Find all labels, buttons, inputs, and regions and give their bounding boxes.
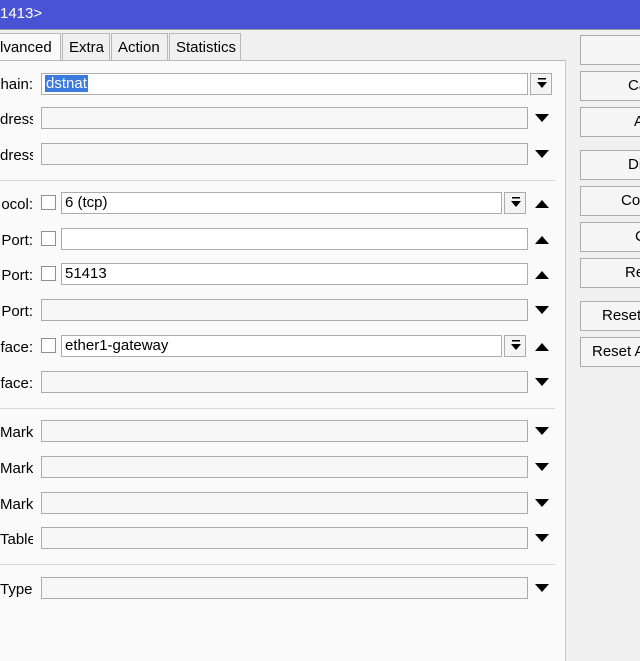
routing-mark-label: Mark:: [0, 496, 33, 513]
expand-down-icon[interactable]: [535, 114, 549, 124]
dst-port-field[interactable]: 51413: [61, 263, 528, 285]
src-port-negate-checkbox[interactable]: [41, 231, 56, 246]
expand-down-icon[interactable]: [535, 150, 549, 160]
button-label: Co: [621, 192, 640, 209]
out-interface-label: face:: [0, 375, 33, 392]
chain-dropdown-button[interactable]: [530, 73, 552, 95]
src-address-label: dress:: [0, 111, 33, 128]
chevron-down-icon: [537, 78, 547, 88]
routing-mark-field[interactable]: [41, 492, 528, 514]
disable-button[interactable]: Di: [580, 150, 640, 180]
collapse-up-icon[interactable]: [535, 271, 549, 281]
comment-button[interactable]: Co: [580, 186, 640, 216]
dst-address-field[interactable]: [41, 143, 528, 165]
chain-label: hain:: [0, 76, 33, 93]
in-interface-field[interactable]: ether1-gateway: [61, 335, 502, 357]
chevron-down-icon: [511, 340, 521, 350]
tab-label: Extra: [69, 39, 105, 56]
expand-down-icon[interactable]: [535, 499, 549, 509]
in-interface-label: face:: [0, 339, 33, 356]
expand-down-icon[interactable]: [535, 378, 549, 388]
apply-button[interactable]: A: [580, 107, 640, 137]
any-port-label: Port:: [1, 303, 33, 320]
cancel-button[interactable]: Ca: [580, 71, 640, 101]
tab-label: lvanced: [0, 39, 52, 56]
packet-mark-label: Mark:: [0, 424, 33, 441]
expand-down-icon[interactable]: [535, 463, 549, 473]
dst-port-label: Port:: [1, 267, 33, 284]
copy-button[interactable]: C: [580, 222, 640, 252]
button-label: Ca: [628, 77, 640, 94]
dst-port-value: 51413: [65, 265, 107, 282]
chain-value: dstnat: [45, 75, 88, 92]
section-divider: [0, 180, 555, 181]
divider: [0, 29, 640, 30]
expand-down-icon[interactable]: [535, 584, 549, 594]
protocol-value: 6 (tcp): [65, 194, 108, 211]
connection-type-label: Type:: [0, 581, 33, 598]
protocol-field[interactable]: 6 (tcp): [61, 192, 502, 214]
protocol-dropdown-button[interactable]: [504, 192, 526, 214]
reset-all-counters-button[interactable]: Reset A: [580, 337, 640, 367]
button-label: Di: [628, 156, 640, 173]
chevron-down-icon: [511, 197, 521, 207]
dst-address-label: dress:: [0, 147, 33, 164]
button-label: Re: [625, 264, 640, 281]
routing-table-field[interactable]: [41, 527, 528, 549]
collapse-up-icon[interactable]: [535, 200, 549, 210]
any-port-field[interactable]: [41, 299, 528, 321]
protocol-negate-checkbox[interactable]: [41, 195, 56, 210]
remove-button[interactable]: Re: [580, 258, 640, 288]
connection-mark-field[interactable]: [41, 456, 528, 478]
collapse-up-icon[interactable]: [535, 236, 549, 246]
src-port-field[interactable]: [61, 228, 528, 250]
routing-table-label: Table:: [0, 531, 33, 548]
button-label: C: [635, 228, 640, 245]
connection-mark-label: Mark:: [0, 460, 33, 477]
in-interface-value: ether1-gateway: [65, 337, 169, 354]
tab-extra[interactable]: Extra: [62, 33, 110, 60]
in-interface-negate-checkbox[interactable]: [41, 338, 56, 353]
tab-advanced[interactable]: lvanced: [0, 33, 61, 61]
expand-down-icon[interactable]: [535, 534, 549, 544]
tab-label: Action: [118, 39, 160, 56]
out-interface-field[interactable]: [41, 371, 528, 393]
src-address-field[interactable]: [41, 107, 528, 129]
tab-statistics[interactable]: Statistics: [169, 33, 241, 60]
protocol-label: ocol:: [1, 196, 33, 213]
tab-action[interactable]: Action: [111, 33, 168, 60]
expand-down-icon[interactable]: [535, 427, 549, 437]
ok-button[interactable]: [580, 35, 640, 65]
chain-field[interactable]: dstnat: [41, 73, 528, 95]
button-label: A: [634, 113, 640, 130]
tab-label: Statistics: [176, 39, 237, 56]
collapse-up-icon[interactable]: [535, 343, 549, 353]
button-label: Reset A: [592, 343, 640, 360]
section-divider: [0, 564, 555, 565]
reset-counters-button[interactable]: Reset: [580, 301, 640, 331]
packet-mark-field[interactable]: [41, 420, 528, 442]
dst-port-negate-checkbox[interactable]: [41, 266, 56, 281]
connection-type-field[interactable]: [41, 577, 528, 599]
in-interface-dropdown-button[interactable]: [504, 335, 526, 357]
section-divider: [0, 408, 555, 409]
expand-down-icon[interactable]: [535, 306, 549, 316]
window-titlebar: 1413>: [0, 0, 640, 29]
window-title: 1413>: [0, 5, 43, 22]
src-port-label: Port:: [1, 232, 33, 249]
button-label: Reset: [602, 307, 640, 324]
